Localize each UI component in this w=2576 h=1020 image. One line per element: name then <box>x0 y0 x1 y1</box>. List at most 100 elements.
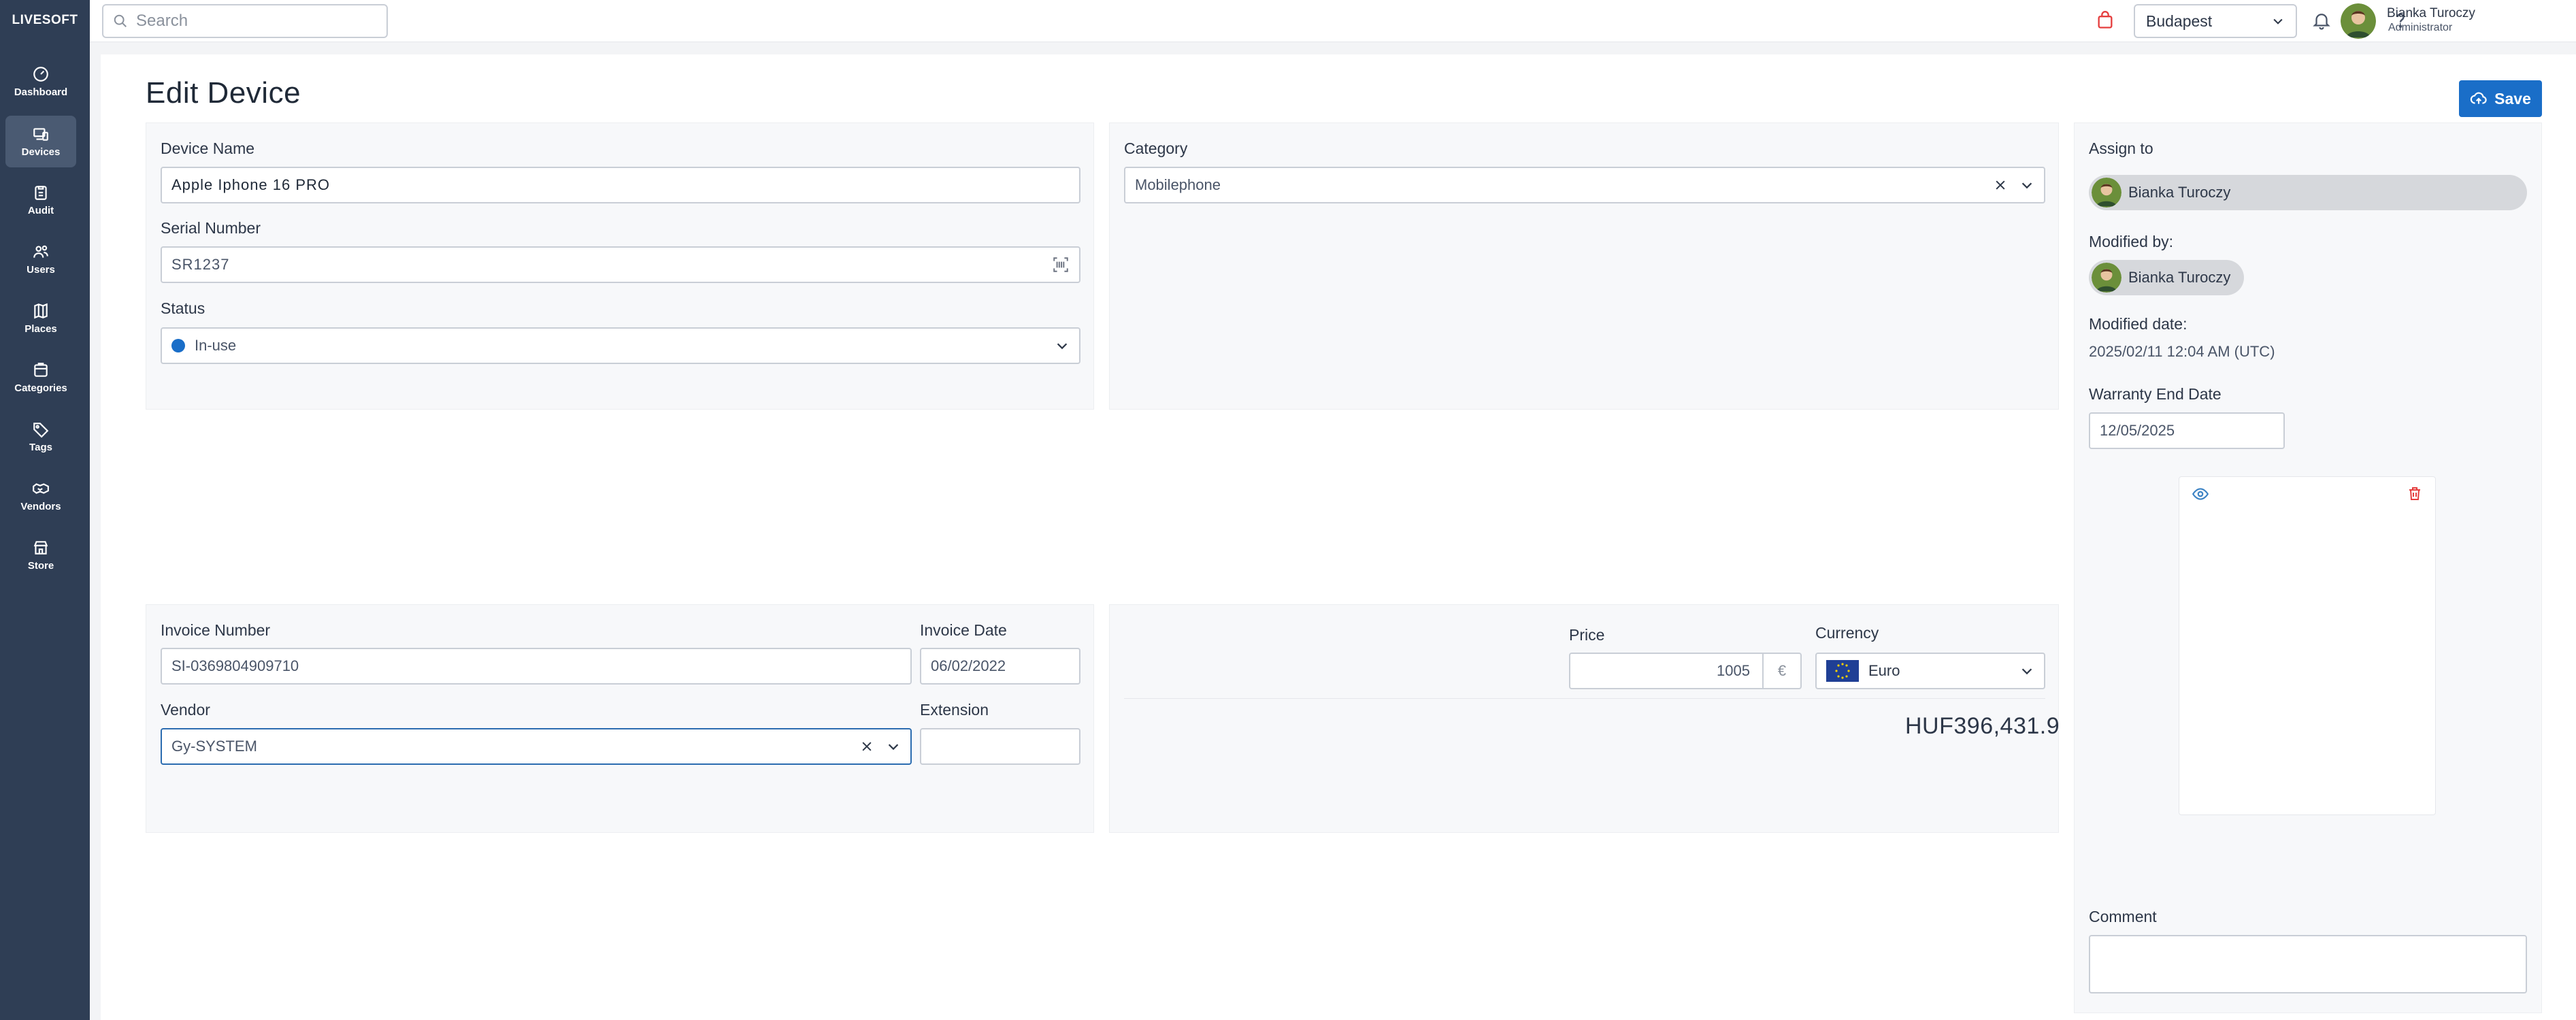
avatar <box>2092 178 2121 208</box>
sidebar-item-label: Categories <box>14 382 67 394</box>
assign-to-select[interactable]: Bianka Turoczy <box>2089 175 2527 210</box>
brand-logo[interactable]: LIVESOFT <box>0 0 90 41</box>
warranty-end-date-field[interactable]: 12/05/2025 <box>2089 412 2285 449</box>
modified-by-value: Bianka Turoczy <box>2128 269 2231 286</box>
clear-icon[interactable] <box>860 740 874 753</box>
avatar[interactable] <box>2341 3 2376 39</box>
currency-label: Currency <box>1815 624 1879 642</box>
invoice-number-field[interactable]: SI-0369804909710 <box>161 648 912 685</box>
sidebar-item-vendors[interactable]: Vendors <box>5 470 76 522</box>
avatar <box>2092 263 2121 293</box>
price-label: Price <box>1569 626 1605 644</box>
modified-date-value: 2025/02/11 12:04 AM (UTC) <box>2089 343 2275 360</box>
modified-by-label: Modified by: <box>2089 233 2174 250</box>
extension-field[interactable] <box>920 728 1080 765</box>
eye-icon[interactable] <box>2192 485 2209 503</box>
comment-field[interactable] <box>2089 935 2527 993</box>
eu-flag-icon <box>1826 660 1859 682</box>
cloud-upload-icon <box>2470 92 2487 104</box>
sidebar-item-label: Dashboard <box>14 86 68 98</box>
shopping-bag-button[interactable] <box>2093 8 2117 33</box>
tag-icon <box>33 423 49 438</box>
vendor-label: Vendor <box>161 701 210 719</box>
notifications-button[interactable] <box>2309 8 2334 33</box>
dashboard-icon <box>33 67 48 82</box>
clipboard-icon <box>35 186 47 200</box>
converted-total: HUF396,431.9 <box>1905 713 2060 739</box>
image-card <box>2179 476 2436 815</box>
handshake-icon <box>33 483 49 494</box>
currency-value: Euro <box>1868 662 1900 679</box>
category-label: Category <box>1124 139 1188 157</box>
chevron-down-icon <box>2021 668 2032 675</box>
sidebar-item-dashboard[interactable]: Dashboard <box>5 56 76 108</box>
search-box[interactable] <box>102 4 388 38</box>
avatar-image <box>2341 3 2376 39</box>
price-value: 1005 <box>1717 662 1750 679</box>
pricing-divider <box>1124 698 2045 699</box>
device-name-label: Device Name <box>161 139 255 157</box>
serial-number-label: Serial Number <box>161 219 261 237</box>
devices-icon <box>33 128 48 141</box>
search-input[interactable] <box>136 12 367 31</box>
category-select[interactable]: Mobilephone <box>1124 167 2045 203</box>
sidebar-item-label: Tags <box>29 442 52 453</box>
extension-label: Extension <box>920 701 989 719</box>
sidebar-item-label: Places <box>24 323 57 335</box>
map-icon <box>34 303 48 319</box>
sidebar-item-label: Devices <box>21 146 61 158</box>
trash-icon[interactable] <box>2407 485 2423 501</box>
sidebar-item-label: Audit <box>27 205 54 216</box>
barcode-scan-icon[interactable] <box>1052 256 1070 274</box>
vendor-select[interactable]: Gy-SYSTEM <box>161 728 912 765</box>
price-field[interactable]: 1005 € <box>1569 653 1802 689</box>
status-label: Status <box>161 299 205 317</box>
sidebar-item-audit[interactable]: Audit <box>5 174 76 226</box>
store-icon <box>33 541 48 555</box>
invoice-date-field[interactable]: 06/02/2022 <box>920 648 1080 685</box>
save-button[interactable]: Save <box>2459 80 2542 117</box>
vendor-value: Gy-SYSTEM <box>171 738 257 755</box>
chevron-down-icon <box>888 744 899 751</box>
serial-number-field[interactable]: SR1237 <box>161 246 1080 283</box>
device-name-field[interactable]: Apple Iphone 16 PRO <box>161 167 1080 203</box>
currency-select[interactable]: Euro <box>1815 653 2045 689</box>
sidebar-item-users[interactable]: Users <box>5 233 76 285</box>
clear-icon[interactable] <box>1994 178 2007 192</box>
bell-icon <box>2313 14 2330 30</box>
sidebar: LIVESOFT Dashboard Devices Audit Users P… <box>0 0 90 1020</box>
sidebar-item-label: Vendors <box>20 501 61 512</box>
sidebar-item-label: Users <box>27 264 55 276</box>
sidebar-item-categories[interactable]: Categories <box>5 352 76 404</box>
avatar-image <box>2092 178 2121 208</box>
warranty-end-date-label: Warranty End Date <box>2089 385 2222 403</box>
sidebar-item-label: Store <box>27 560 54 572</box>
top-bar: Budapest Bianka Turoczy Administrator <box>90 0 2576 42</box>
status-value: In-use <box>195 337 237 354</box>
category-panel <box>1109 122 2059 410</box>
page-title: Edit Device <box>146 76 301 110</box>
chevron-down-icon <box>2273 18 2283 24</box>
sidebar-item-devices[interactable]: Devices <box>5 116 76 167</box>
price-currency-symbol: € <box>1762 654 1800 688</box>
comment-label: Comment <box>2089 908 2157 925</box>
serial-number-value: SR1237 <box>171 256 230 273</box>
status-dot <box>171 339 185 352</box>
user-role: Administrator <box>2388 22 2453 33</box>
avatar-image <box>2092 263 2121 293</box>
categories-icon <box>34 363 48 377</box>
save-label: Save <box>2494 89 2531 108</box>
sidebar-item-tags[interactable]: Tags <box>5 411 76 463</box>
chevron-down-icon <box>2021 182 2032 189</box>
location-select[interactable]: Budapest <box>2134 4 2297 38</box>
location-value: Budapest <box>2146 12 2213 30</box>
modified-date-label: Modified date: <box>2089 315 2187 333</box>
status-select[interactable]: In-use <box>161 327 1080 364</box>
search-icon <box>114 14 127 27</box>
sidebar-item-store[interactable]: Store <box>5 529 76 581</box>
category-value: Mobilephone <box>1135 176 1221 193</box>
assign-to-label: Assign to <box>2089 139 2153 157</box>
sidebar-item-places[interactable]: Places <box>5 293 76 344</box>
shopping-bag-icon <box>2098 11 2113 29</box>
user-name: Bianka Turoczy <box>2387 6 2475 20</box>
